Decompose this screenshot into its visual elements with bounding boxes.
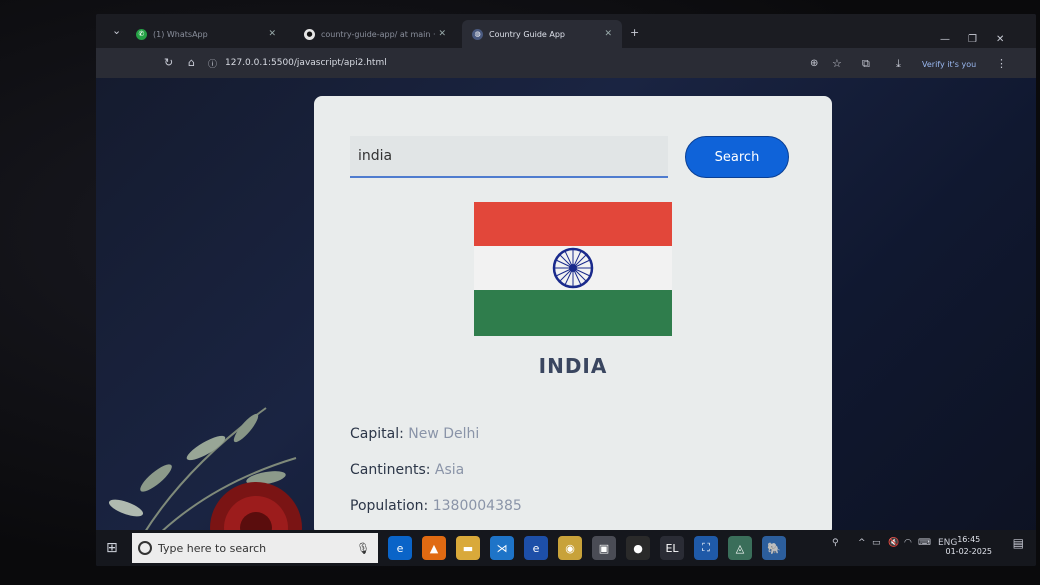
search-placeholder: Type here to search — [158, 541, 267, 555]
clock[interactable]: 16:45 01-02-2025 — [946, 534, 993, 558]
tab-whatsapp[interactable]: ✆ (1) WhatsApp ✕ — [126, 20, 286, 48]
close-icon[interactable]: ✕ — [268, 29, 276, 39]
continents-row: Cantinents: Asia — [350, 462, 464, 478]
screen: ⌄ ✆ (1) WhatsApp ✕ ● country-guide-app/ … — [96, 14, 1036, 566]
population-value: 1380004385 — [432, 498, 522, 514]
cortana-icon — [138, 541, 152, 555]
site-info-icon[interactable]: ⓘ — [208, 57, 217, 70]
vlc-icon[interactable]: ▲ — [422, 536, 446, 560]
bookmark-star-icon[interactable]: ☆ — [832, 57, 842, 70]
restore-icon[interactable]: ❐ — [968, 34, 977, 45]
url-text: 127.0.0.1:5500/javascript/api2.html — [225, 58, 387, 68]
address-bar[interactable]: ⓘ 127.0.0.1:5500/javascript/api2.html — [208, 52, 888, 74]
tab-strip: ⌄ ✆ (1) WhatsApp ✕ ● country-guide-app/ … — [96, 14, 1036, 48]
whatsapp-icon: ✆ — [136, 28, 147, 40]
continents-value: Asia — [434, 462, 465, 478]
close-icon[interactable]: ✕ — [604, 29, 612, 39]
tab-country-guide[interactable]: ◍ Country Guide App ✕ — [462, 20, 622, 48]
capital-row: Capital: New Delhi — [350, 426, 479, 442]
monitor: ⌄ ✆ (1) WhatsApp ✕ ● country-guide-app/ … — [0, 0, 1040, 585]
close-window-icon[interactable]: ✕ — [996, 34, 1004, 45]
page-content: Search INDIA — [96, 78, 1036, 566]
github-desktop-icon[interactable]: ● — [626, 536, 650, 560]
edge-icon[interactable]: e — [388, 536, 412, 560]
profile-button[interactable]: Verify it's you — [922, 60, 976, 69]
capital-value: New Delhi — [408, 426, 480, 442]
tray-chevron-icon[interactable]: ^ — [858, 538, 866, 548]
windows-start-icon[interactable]: ⊞ — [106, 540, 118, 556]
people-icon[interactable]: ⚲ — [832, 538, 839, 548]
terminal-icon[interactable]: EL — [660, 536, 684, 560]
globe-icon: ◍ — [472, 28, 483, 40]
postgresql-icon[interactable]: 🐘 — [762, 536, 786, 560]
windows-taskbar: ⊞ Type here to search 🎙 e ▲ ▬ ⋊ e ◉ ▣ ● … — [96, 530, 1036, 566]
zoom-icon[interactable]: ⊕ — [810, 58, 818, 69]
clock-time: 16:45 — [957, 535, 981, 544]
keyboard-icon[interactable]: ⌨ — [918, 538, 931, 548]
minimize-icon[interactable]: — — [940, 34, 950, 45]
clock-date: 01-02-2025 — [945, 547, 993, 556]
store-icon[interactable]: ▣ — [592, 536, 616, 560]
file-explorer-icon[interactable]: ▬ — [456, 536, 480, 560]
continents-label: Cantinents: — [350, 462, 431, 478]
download-icon[interactable]: ⤓ — [896, 57, 901, 71]
notification-icon[interactable]: ▤ — [1013, 536, 1024, 550]
verify-label: Verify it's you — [922, 60, 977, 69]
extensions-icon[interactable]: ⧉ — [862, 57, 870, 71]
microphone-icon[interactable]: 🎙 — [356, 542, 370, 555]
wifi-icon[interactable]: ◠ — [904, 538, 912, 548]
taskbar-search[interactable]: Type here to search 🎙 — [132, 533, 378, 563]
home-icon[interactable]: ⌂ — [188, 56, 195, 69]
battery-icon[interactable]: ▭ — [872, 538, 881, 548]
tab-label: country-guide-app/ at main · — [321, 29, 436, 39]
vscode-icon[interactable]: ⋊ — [490, 536, 514, 560]
search-button[interactable]: Search — [685, 136, 789, 178]
country-name: INDIA — [538, 354, 608, 378]
population-row: Population: 1380004385 — [350, 498, 522, 514]
india-flag-image — [474, 202, 672, 336]
chrome-icon[interactable]: ◉ — [558, 536, 582, 560]
reload-icon[interactable]: ↻ — [164, 56, 173, 69]
azure-data-studio-icon[interactable]: ⛶ — [694, 536, 718, 560]
close-icon[interactable]: ✕ — [438, 29, 446, 39]
github-icon: ● — [304, 28, 315, 40]
internet-explorer-icon[interactable]: e — [524, 536, 548, 560]
tab-search-icon[interactable]: ⌄ — [112, 24, 121, 37]
tab-label: Country Guide App — [489, 29, 565, 39]
population-label: Population: — [350, 498, 429, 514]
new-tab-icon[interactable]: + — [630, 26, 639, 39]
country-card: Search INDIA — [314, 96, 832, 536]
app-icon[interactable]: ◬ — [728, 536, 752, 560]
search-input[interactable] — [350, 136, 668, 178]
tab-label: (1) WhatsApp — [153, 29, 208, 39]
menu-icon[interactable]: ⋮ — [996, 57, 1007, 70]
capital-label: Capital: — [350, 426, 404, 442]
tab-github[interactable]: ● country-guide-app/ at main · ✕ — [294, 20, 456, 48]
volume-icon[interactable]: 🔇 — [888, 538, 899, 548]
